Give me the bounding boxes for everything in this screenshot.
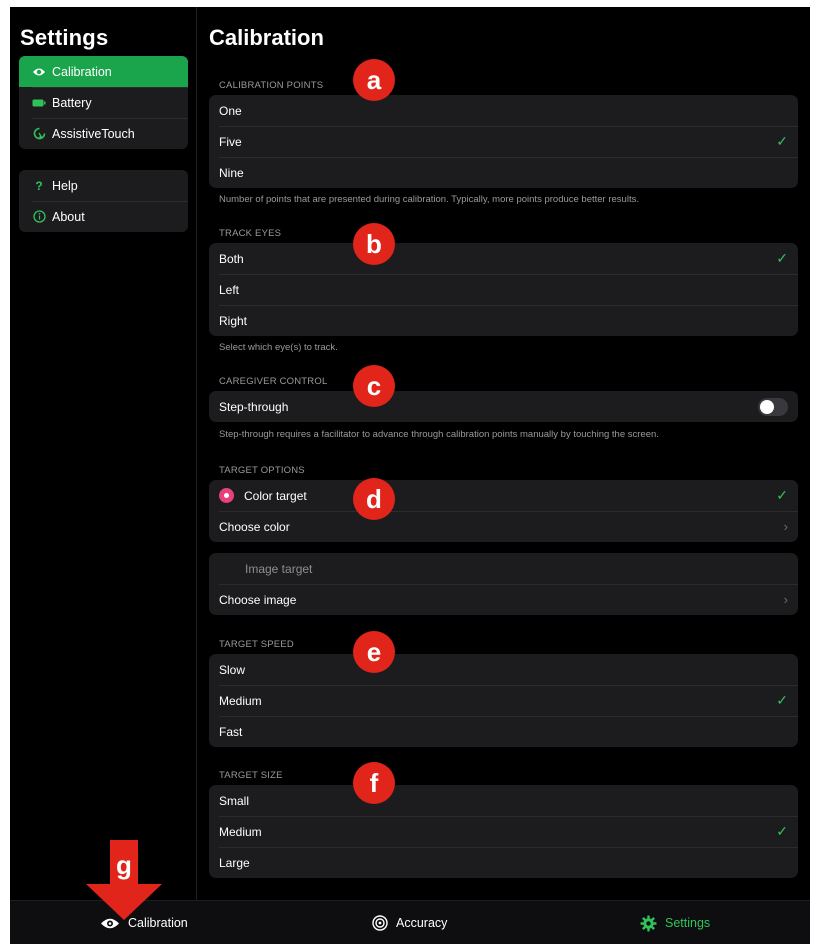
annotation-marker-e: e — [353, 631, 395, 673]
option-label: Right — [219, 313, 248, 328]
option-row-left[interactable]: Left — [209, 274, 798, 305]
option-row-slow[interactable]: Slow — [209, 654, 798, 685]
checkmark-icon: ✓ — [776, 250, 788, 266]
option-row-medium[interactable]: Medium ✓ — [209, 685, 798, 716]
section-header-calibration-points: CALIBRATION POINTS — [219, 80, 324, 91]
calibration-points-group: One Five ✓ Nine — [209, 95, 798, 188]
color-target-row[interactable]: Color target ✓ — [209, 480, 798, 511]
annotation-marker-f: f — [353, 762, 395, 804]
sidebar-item-about[interactable]: About — [19, 201, 188, 232]
image-target-label: Image target — [245, 561, 313, 576]
option-row-one[interactable]: One — [209, 95, 798, 126]
tab-label: Settings — [665, 916, 711, 930]
choose-color-row[interactable]: Choose color › — [209, 511, 798, 542]
sidebar-item-label: About — [52, 209, 85, 224]
section-footer-caregiver-control: Step-through requires a facilitator to a… — [219, 429, 659, 440]
battery-icon — [32, 96, 46, 110]
chevron-right-icon: › — [783, 519, 788, 534]
checkmark-icon: ✓ — [776, 133, 788, 149]
section-header-track-eyes: TRACK EYES — [219, 228, 282, 239]
checkmark-icon: ✓ — [776, 823, 788, 839]
choose-image-row[interactable]: Choose image › — [209, 584, 798, 615]
step-through-label: Step-through — [219, 399, 289, 414]
image-target-row[interactable]: Image target — [209, 553, 798, 584]
option-label: Large — [219, 855, 250, 870]
assistivetouch-icon — [32, 127, 46, 141]
track-eyes-group: Both ✓ Left Right — [209, 243, 798, 336]
info-icon — [32, 210, 46, 224]
target-icon — [372, 915, 388, 931]
choose-image-label: Choose image — [219, 592, 297, 607]
sidebar-item-label: Help — [52, 178, 78, 193]
option-label: One — [219, 103, 242, 118]
sidebar-group-main: Calibration Battery AssistiveTouch — [19, 56, 188, 149]
option-row-large[interactable]: Large — [209, 847, 798, 878]
sidebar-item-label: AssistiveTouch — [52, 126, 135, 141]
annotation-marker-a: a — [353, 59, 395, 101]
sidebar-item-assistivetouch[interactable]: AssistiveTouch — [19, 118, 188, 149]
app-window: Settings Calibration Battery AssistiveTo… — [10, 7, 810, 944]
color-target-label: Color target — [244, 488, 307, 503]
annotation-marker-c: c — [353, 365, 395, 407]
option-label: Fast — [219, 724, 243, 739]
choose-color-label: Choose color — [219, 519, 290, 534]
option-row-small[interactable]: Small — [209, 785, 798, 816]
question-icon: ? — [35, 178, 43, 193]
section-header-target-options: TARGET OPTIONS — [219, 465, 305, 476]
sidebar-item-battery[interactable]: Battery — [19, 87, 188, 118]
eye-icon — [32, 65, 46, 79]
option-label: Medium — [219, 824, 262, 839]
option-label: Left — [219, 282, 240, 297]
option-label: Five — [219, 134, 242, 149]
page-title: Calibration — [209, 25, 324, 50]
image-target-group: Image target Choose image › — [209, 553, 798, 615]
sidebar-group-info: ? Help About — [19, 170, 188, 232]
target-size-group: Small Medium ✓ Large — [209, 785, 798, 878]
section-footer-calibration-points: Number of points that are presented duri… — [219, 194, 639, 205]
checkmark-icon: ✓ — [776, 692, 788, 708]
option-label: Both — [219, 251, 244, 266]
sidebar: Settings Calibration Battery AssistiveTo… — [10, 7, 197, 900]
chevron-right-icon: › — [783, 592, 788, 607]
gear-icon — [640, 915, 657, 932]
option-label: Slow — [219, 662, 246, 677]
annotation-marker-g: g — [116, 850, 132, 880]
step-through-toggle[interactable] — [758, 397, 788, 416]
main-content: Calibration CALIBRATION POINTS One Five ✓… — [209, 7, 810, 900]
color-target-group: Color target ✓ Choose color › — [209, 480, 798, 542]
section-header-caregiver-control: CAREGIVER CONTROL — [219, 376, 328, 387]
sidebar-title: Settings — [20, 25, 109, 50]
sidebar-item-label: Battery — [52, 95, 92, 110]
step-through-row: Step-through — [209, 391, 798, 422]
toggle-knob — [760, 399, 774, 414]
annotation-arrow-g: g — [86, 840, 162, 925]
sidebar-item-help[interactable]: ? Help — [19, 170, 188, 201]
option-label: Nine — [219, 165, 244, 180]
section-header-target-size: TARGET SIZE — [219, 770, 283, 781]
sidebar-item-label: Calibration — [52, 64, 112, 79]
option-row-fast[interactable]: Fast — [209, 716, 798, 747]
section-header-target-speed: TARGET SPEED — [219, 639, 294, 650]
option-row-five[interactable]: Five ✓ — [209, 126, 798, 157]
option-row-medium-size[interactable]: Medium ✓ — [209, 816, 798, 847]
caregiver-control-group: Step-through — [209, 391, 798, 422]
checkmark-icon: ✓ — [776, 487, 788, 503]
tab-label: Accuracy — [396, 916, 448, 930]
annotation-marker-b: b — [353, 223, 395, 265]
tab-settings[interactable]: Settings — [640, 901, 710, 944]
section-footer-track-eyes: Select which eye(s) to track. — [219, 342, 338, 353]
target-speed-group: Slow Medium ✓ Fast — [209, 654, 798, 747]
tab-accuracy[interactable]: Accuracy — [372, 901, 447, 944]
option-row-both[interactable]: Both ✓ — [209, 243, 798, 274]
annotation-marker-d: d — [353, 478, 395, 520]
sidebar-item-calibration[interactable]: Calibration — [19, 56, 188, 87]
option-label: Small — [219, 793, 250, 808]
option-row-nine[interactable]: Nine — [209, 157, 798, 188]
color-swatch-icon — [219, 488, 234, 503]
option-label: Medium — [219, 693, 262, 708]
option-row-right[interactable]: Right — [209, 305, 798, 336]
